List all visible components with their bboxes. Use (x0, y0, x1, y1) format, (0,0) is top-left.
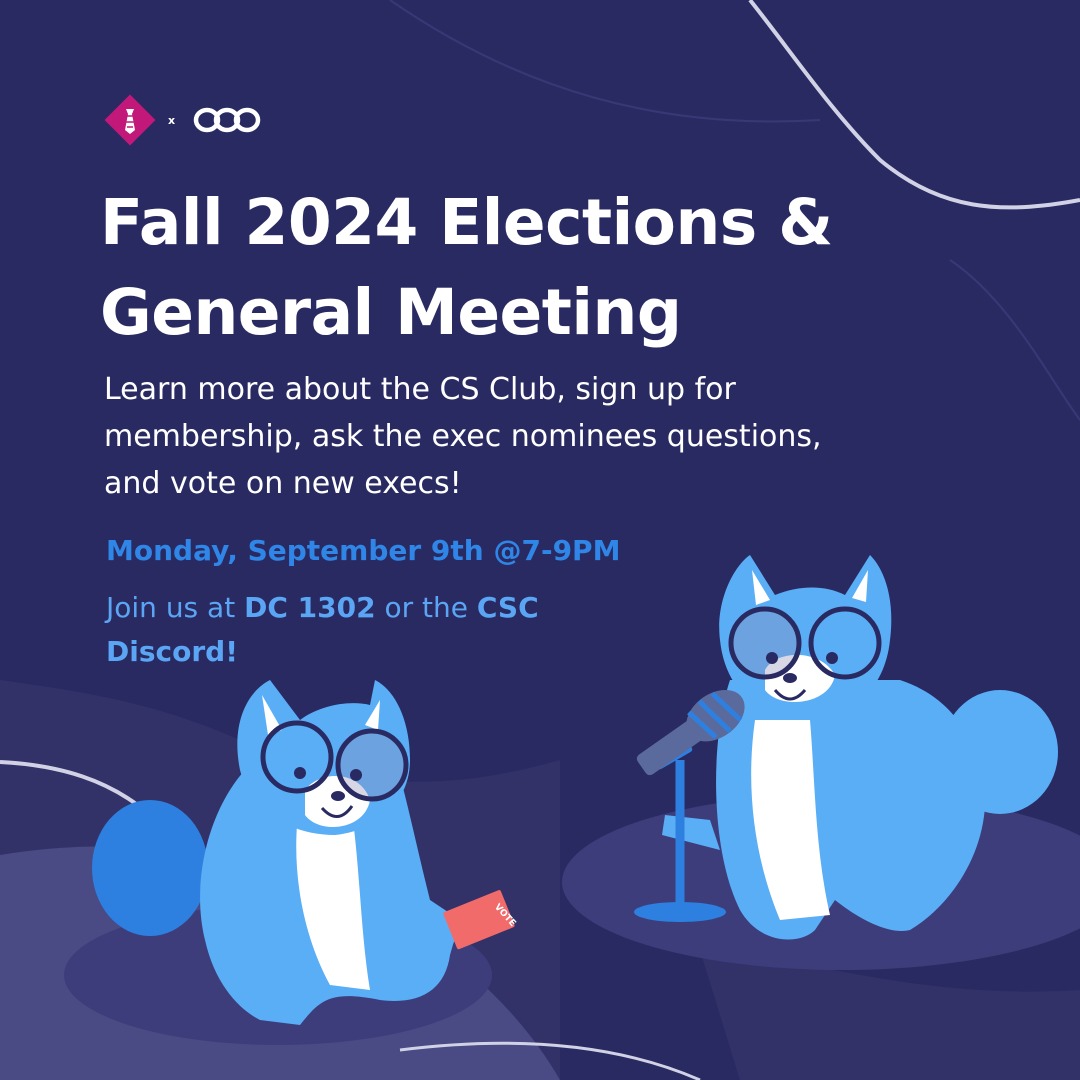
left-mascot-glasses-right (335, 728, 409, 802)
right-mascot-glasses-left (728, 606, 802, 680)
mascot-illustration: VOTE (92, 555, 1058, 1025)
vote-ballot: VOTE (443, 890, 517, 950)
speaking-mascot (662, 555, 1058, 940)
event-poster: x Fall 2024 Elections & General Meeting … (0, 0, 1080, 1080)
left-mascot-tail (92, 800, 208, 936)
voting-mascot: VOTE (92, 680, 517, 1025)
mic-stand-base (634, 902, 726, 922)
right-mascot-arm (662, 815, 720, 850)
